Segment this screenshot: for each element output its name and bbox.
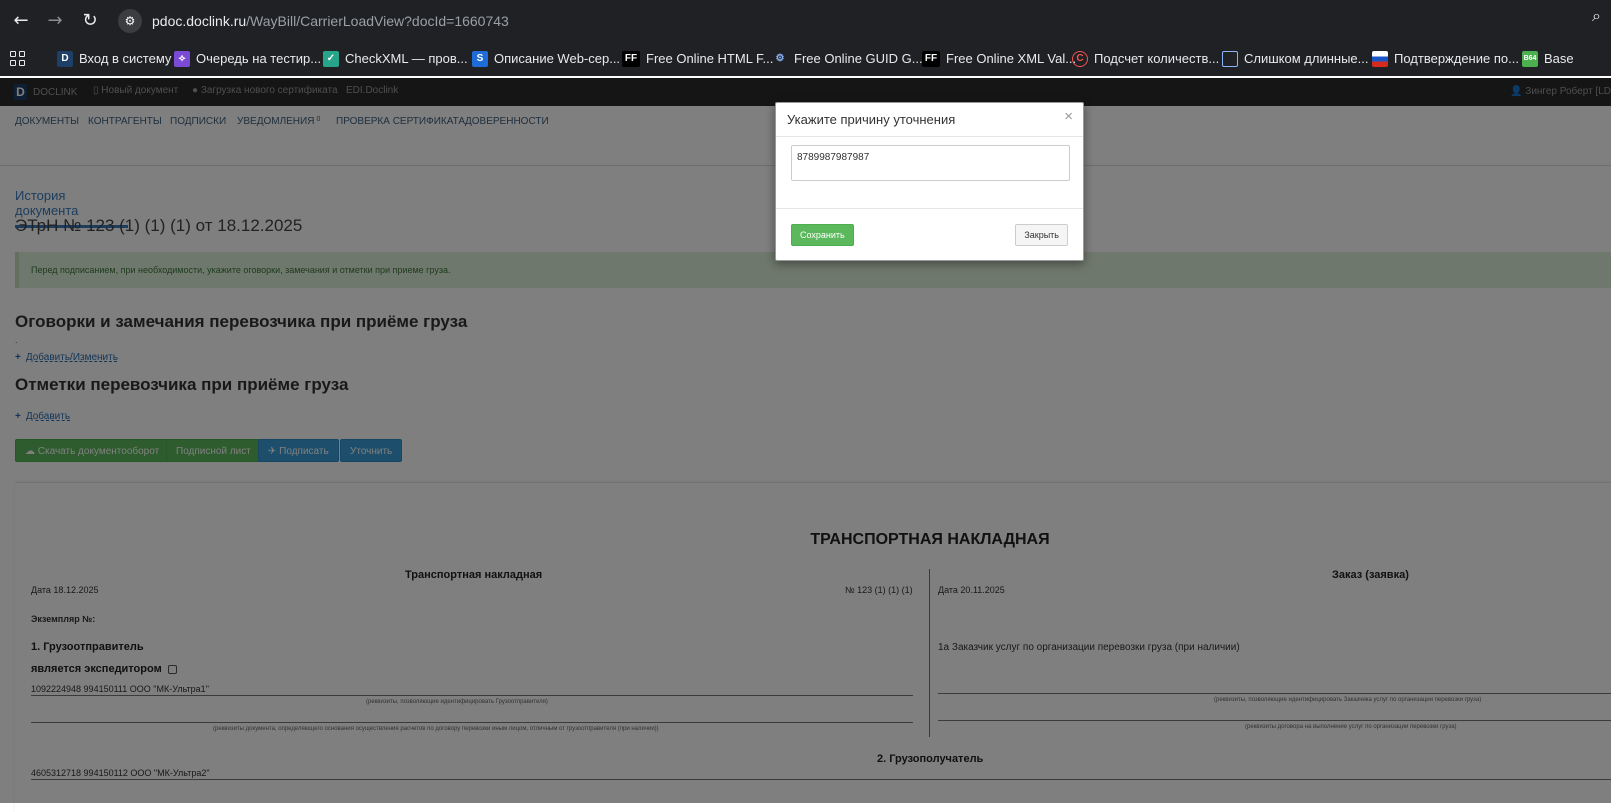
bookmark-item[interactable]: ⟡ Очередь на тестир... — [174, 50, 321, 68]
visual-studio-icon: ⟡ — [174, 51, 190, 67]
base64-icon: B64 — [1522, 51, 1538, 67]
clarification-dialog: Укажите причину уточнения × 878998798798… — [775, 102, 1084, 261]
close-icon[interactable]: × — [1064, 108, 1073, 125]
save-button[interactable]: Сохранить — [791, 224, 854, 246]
bookmark-item[interactable]: FF Free Online HTML F... — [622, 50, 773, 68]
forward-icon[interactable]: → — [42, 8, 68, 34]
url-text: pdoc.doclink.ru/WayBill/CarrierLoadView?… — [152, 13, 509, 29]
copyright-icon: C — [1072, 51, 1088, 67]
freeformatter-icon: FF — [622, 51, 640, 67]
bookmark-item[interactable]: Слишком длинные... — [1222, 50, 1368, 68]
bookmark-item[interactable]: ⚙ Free Online GUID G... — [772, 50, 923, 68]
bookmark-item[interactable]: ✓ CheckXML — пров... — [323, 50, 468, 68]
bookmark-item[interactable]: S Описание Web-сер... — [472, 50, 620, 68]
site-settings-icon[interactable]: ⚙ — [118, 9, 142, 33]
bookmark-item[interactable]: FF Free Online XML Val... — [922, 50, 1076, 68]
bookmarks-bar: D Вход в систему ⟡ Очередь на тестир... ✓ C… — [0, 42, 1611, 76]
close-button[interactable]: Закрыть — [1015, 224, 1068, 246]
zoom-icon[interactable]: ⌕ — [1592, 8, 1601, 26]
bookmark-item[interactable]: D Вход в систему — [57, 50, 171, 68]
reason-textarea[interactable]: 8789987987987 — [791, 145, 1070, 181]
reload-icon[interactable]: ↻ — [77, 8, 103, 34]
russia-flag-icon — [1372, 51, 1388, 67]
bookmark-item[interactable]: Подтверждение по... — [1372, 50, 1519, 68]
bookmark-item[interactable]: C Подсчет количеств... — [1072, 50, 1219, 68]
apps-icon[interactable] — [10, 51, 26, 67]
back-icon[interactable]: ← — [8, 8, 34, 34]
bookmark-item[interactable]: B64 Base — [1522, 50, 1574, 68]
dialog-title: Укажите причину уточнения — [787, 112, 956, 127]
dialog-footer: Сохранить Закрыть — [776, 208, 1083, 262]
window-icon — [1222, 51, 1238, 67]
freeformatter-icon: FF — [922, 51, 940, 67]
browser-toolbar: ← → ↻ ⚙ pdoc.doclink.ru/WayBill/CarrierL… — [0, 0, 1611, 42]
dialog-header: Укажите причину уточнения × — [776, 103, 1083, 137]
doclink-icon: D — [57, 51, 73, 67]
checkxml-icon: ✓ — [323, 51, 339, 67]
address-bar[interactable]: ⚙ pdoc.doclink.ru/WayBill/CarrierLoadVie… — [118, 6, 1588, 36]
webservice-icon: S — [472, 51, 488, 67]
gear-icon: ⚙ — [775, 53, 785, 64]
